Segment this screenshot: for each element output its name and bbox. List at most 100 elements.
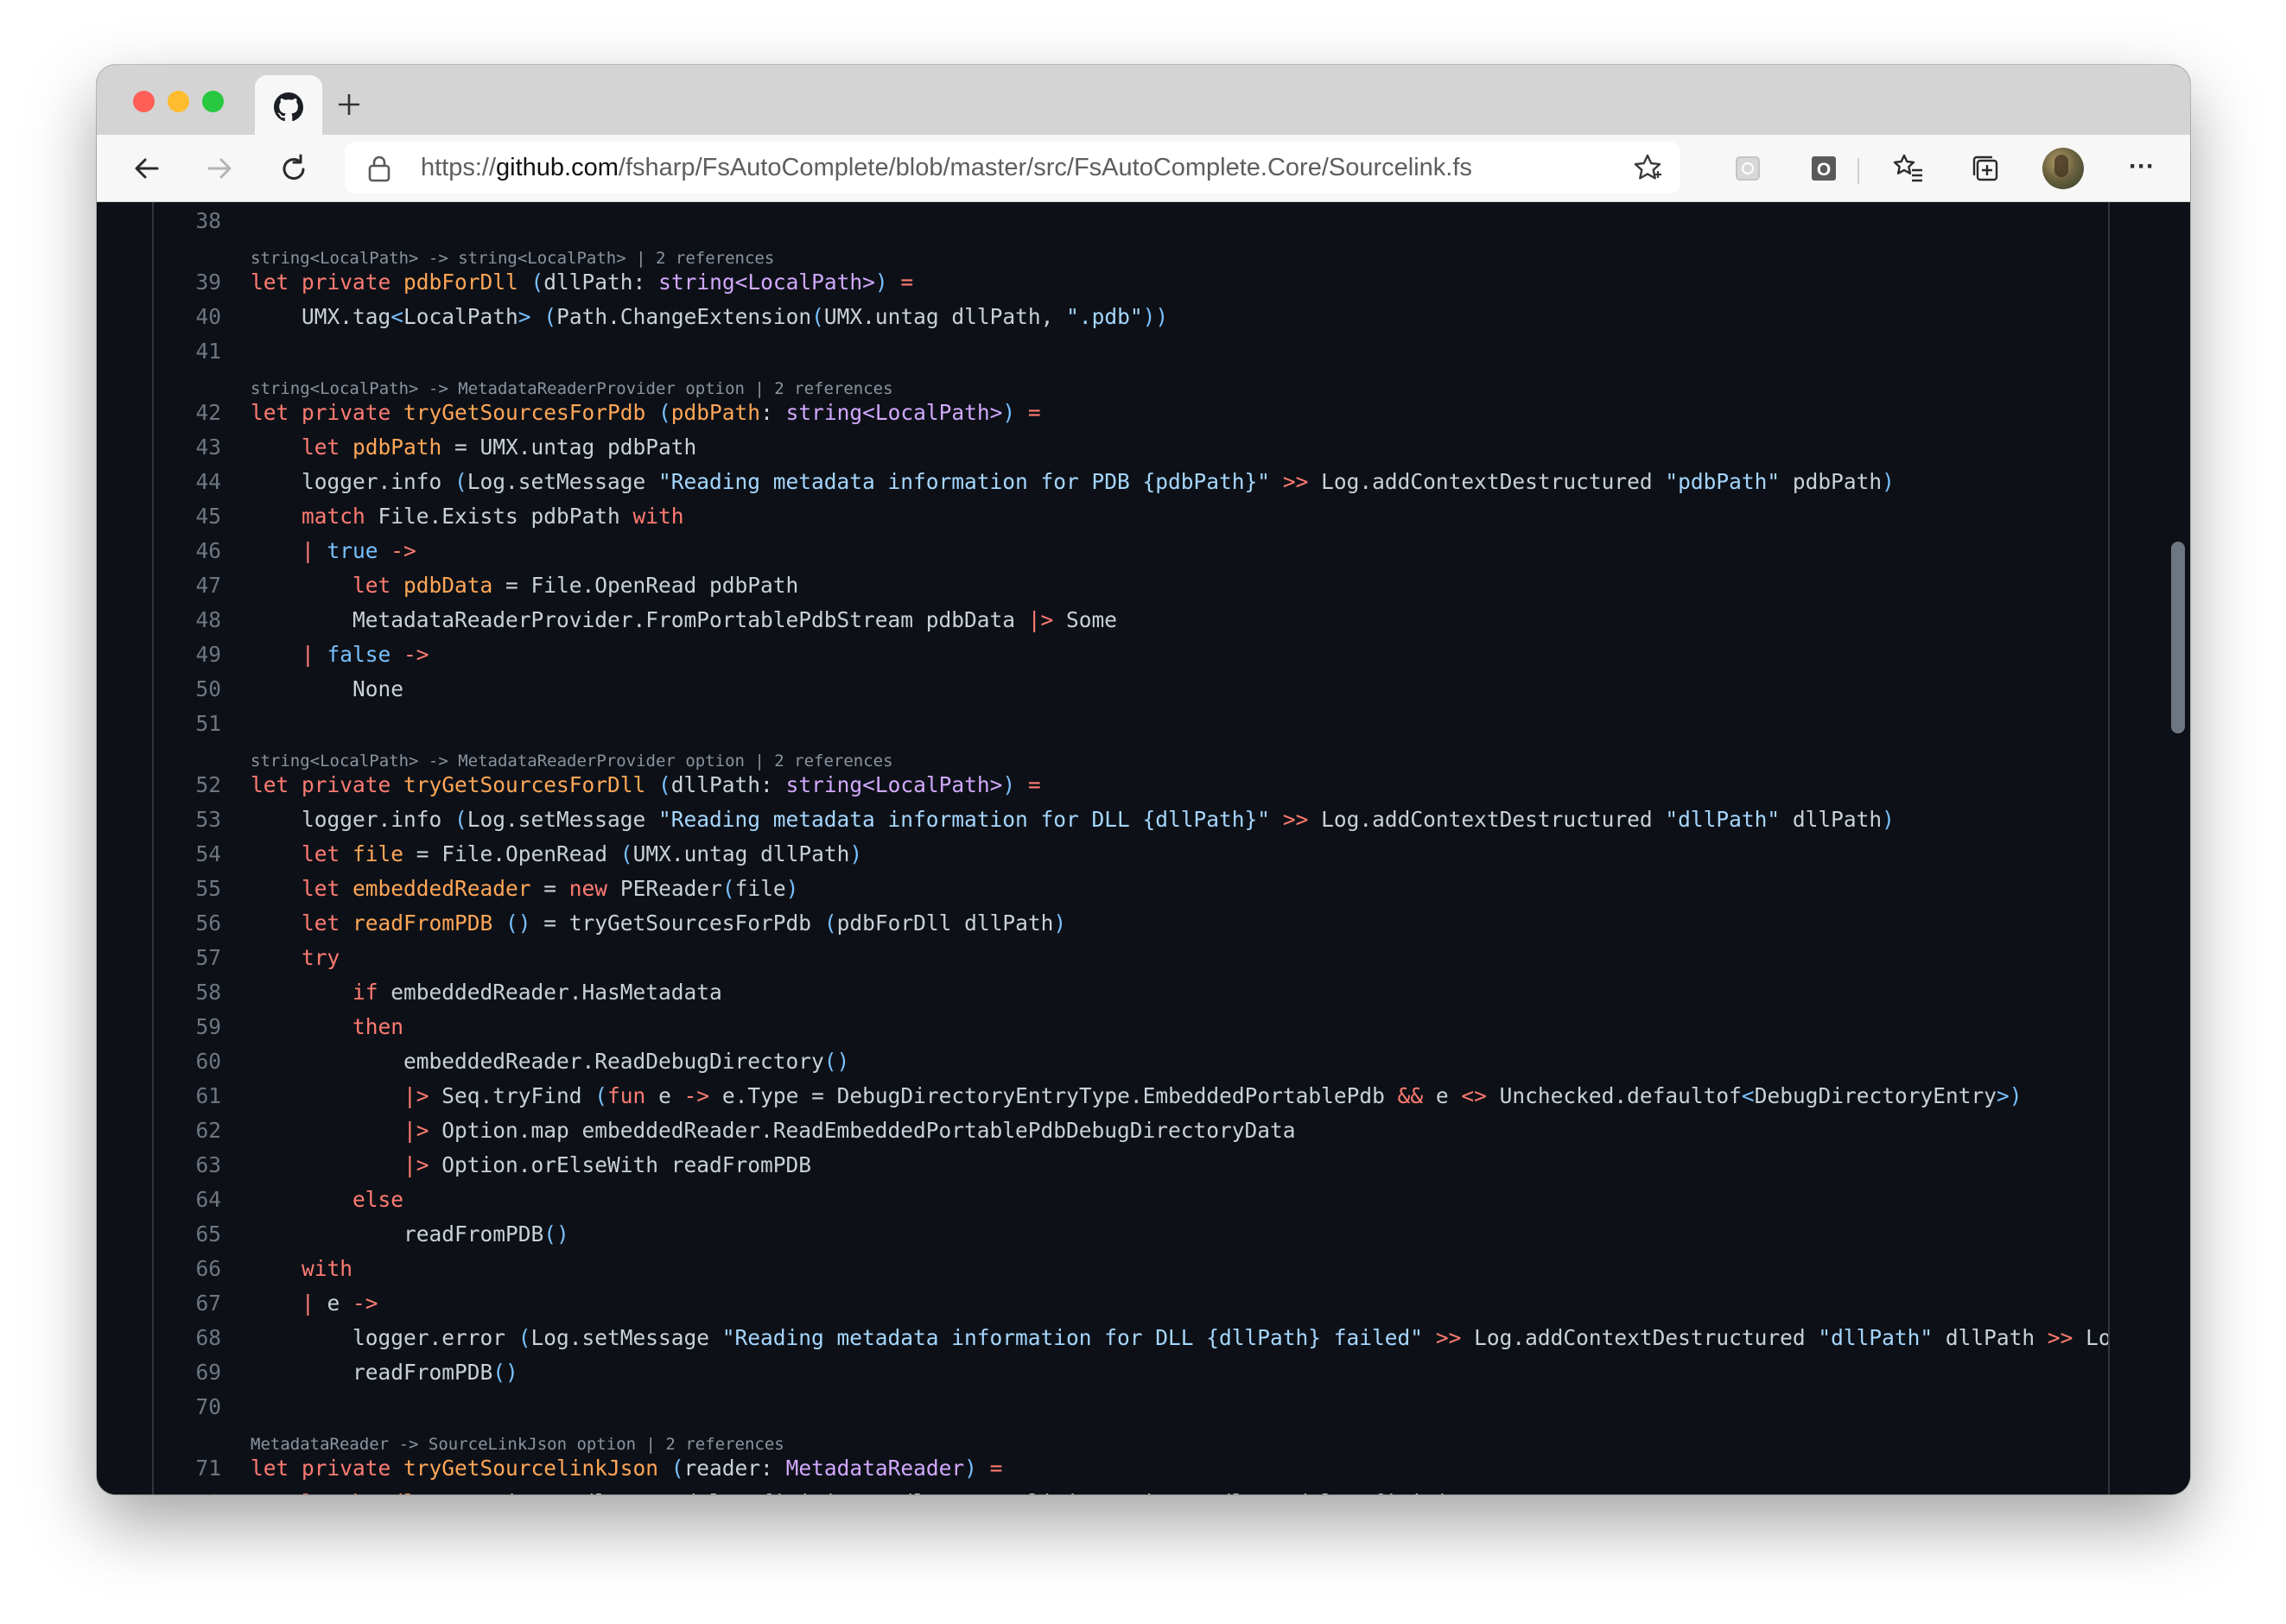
line-number[interactable]: 48: [154, 603, 221, 638]
code-token: string<LocalPath>: [658, 270, 875, 295]
line-number[interactable]: 72: [154, 1486, 221, 1494]
code-token: (: [670, 1456, 684, 1481]
line-number[interactable]: 40: [154, 300, 221, 334]
code-token: : EntityHandle = ModuleDefinitionHandle.…: [429, 1490, 1474, 1494]
back-icon[interactable]: [130, 151, 164, 186]
avatar[interactable]: [2042, 148, 2084, 189]
line-number[interactable]: 69: [154, 1355, 221, 1390]
line-number[interactable]: 50: [154, 672, 221, 707]
code-line: 42 let private tryGetSourcesForPdb (pdbPa…: [154, 396, 2106, 430]
code-text: |> Seq.tryFind (fun e -> e.Type = DebugD…: [251, 1079, 2022, 1113]
code-line: 51: [154, 707, 2106, 741]
line-number[interactable]: 42: [154, 396, 221, 430]
forward-icon[interactable]: [202, 151, 237, 186]
code-token: ): [1002, 772, 1016, 797]
code-token: <: [1741, 1083, 1755, 1108]
code-token: Log.addContextDestructured: [1308, 807, 1666, 832]
extension-icon[interactable]: [1730, 151, 1765, 186]
code-token: Option.map embeddedReader.ReadEmbeddedPo…: [429, 1118, 1296, 1143]
line-number[interactable]: 52: [154, 768, 221, 802]
address-bar[interactable]: https://github.com/fsharp/FsAutoComplete…: [345, 142, 1680, 193]
scrollbar-thumb[interactable]: [2171, 542, 2185, 733]
code-token: =: [1015, 400, 1041, 425]
line-number[interactable]: 66: [154, 1252, 221, 1286]
code-token: None: [251, 676, 404, 701]
close-window-button[interactable]: [133, 91, 155, 112]
line-number[interactable]: 62: [154, 1113, 221, 1148]
maximize-window-button[interactable]: [202, 91, 224, 112]
line-number[interactable]: 44: [154, 465, 221, 499]
collections-icon[interactable]: [1968, 151, 2003, 186]
url-text[interactable]: https://github.com/fsharp/FsAutoComplete…: [421, 142, 1472, 193]
code-token: string<LocalPath>: [785, 400, 1003, 425]
line-number[interactable]: 46: [154, 534, 221, 568]
code-token: let: [251, 910, 353, 936]
code-token: PEReader: [619, 876, 722, 901]
code-token: :: [760, 400, 786, 425]
code-line: 47 let pdbData = File.OpenRead pdbPath: [154, 568, 2106, 603]
code-line: 70: [154, 1390, 2106, 1424]
code-text: | false ->: [251, 638, 429, 672]
code-token: dllPath: [1933, 1325, 2048, 1350]
tab-github[interactable]: [255, 75, 322, 135]
line-number[interactable]: 54: [154, 837, 221, 872]
line-number[interactable]: 57: [154, 941, 221, 975]
line-number[interactable]: 53: [154, 802, 221, 837]
code-token: >>: [2047, 1325, 2073, 1350]
line-number[interactable]: 51: [154, 707, 221, 741]
line-number[interactable]: 47: [154, 568, 221, 603]
code-token: ): [874, 270, 888, 295]
scrollbar[interactable]: [2165, 202, 2190, 1494]
line-number[interactable]: 68: [154, 1321, 221, 1355]
favorites-icon[interactable]: [1891, 151, 1926, 186]
line-number[interactable]: 70: [154, 1390, 221, 1424]
minimize-window-button[interactable]: [168, 91, 189, 112]
code-text: readFromPDB(): [251, 1217, 569, 1252]
code-token: dllPath:: [543, 270, 659, 295]
code-token: match: [251, 504, 378, 529]
url-path: /fsharp/FsAutoComplete/blob/master/src/F…: [618, 154, 1472, 181]
code-token: (: [721, 876, 735, 901]
code-token: let private: [251, 400, 404, 425]
line-number[interactable]: 45: [154, 499, 221, 534]
refresh-icon[interactable]: [276, 151, 311, 186]
line-number[interactable]: 61: [154, 1079, 221, 1113]
code-text: then: [251, 1010, 403, 1044]
code-token: |>: [1027, 607, 1054, 632]
code-token: then: [251, 1014, 404, 1039]
tab-bar: [97, 65, 2190, 135]
code-line: 63 |> Option.orElseWith readFromPDB: [154, 1148, 2106, 1183]
line-number[interactable]: 49: [154, 638, 221, 672]
office-icon[interactable]: O: [1807, 151, 1841, 186]
code-token: logger.error: [251, 1325, 518, 1350]
lock-icon[interactable]: [366, 154, 392, 183]
code-line: 64 else: [154, 1183, 2106, 1217]
line-number[interactable]: 59: [154, 1010, 221, 1044]
line-number[interactable]: 58: [154, 975, 221, 1010]
line-number[interactable]: 55: [154, 872, 221, 906]
code-token: MetadataReader: [785, 1456, 965, 1481]
code-token: ): [1053, 910, 1067, 936]
line-number[interactable]: 63: [154, 1148, 221, 1183]
plus-icon: [339, 94, 359, 115]
line-number[interactable]: 60: [154, 1044, 221, 1079]
line-number[interactable]: 64: [154, 1183, 221, 1217]
code-line: 48 MetadataReaderProvider.FromPortablePd…: [154, 603, 2106, 638]
code-token: tryGetSourcelinkJson: [403, 1456, 671, 1481]
code-text: readFromPDB(): [251, 1355, 518, 1390]
code-token: >>: [1423, 1325, 1462, 1350]
line-number[interactable]: 67: [154, 1286, 221, 1321]
code-token: "pdbPath": [1665, 469, 1781, 494]
line-number[interactable]: 71: [154, 1451, 221, 1486]
new-tab-button[interactable]: [332, 87, 366, 122]
line-number[interactable]: 65: [154, 1217, 221, 1252]
line-number[interactable]: 43: [154, 430, 221, 465]
star-icon[interactable]: [1632, 152, 1663, 183]
line-number[interactable]: 39: [154, 265, 221, 300]
line-number[interactable]: 41: [154, 334, 221, 369]
code-text: | true ->: [251, 534, 416, 568]
more-icon[interactable]: ···: [2120, 151, 2163, 186]
line-number[interactable]: 38: [154, 204, 221, 238]
code-text: let handle : EntityHandle = ModuleDefini…: [251, 1486, 1474, 1494]
line-number[interactable]: 56: [154, 906, 221, 941]
